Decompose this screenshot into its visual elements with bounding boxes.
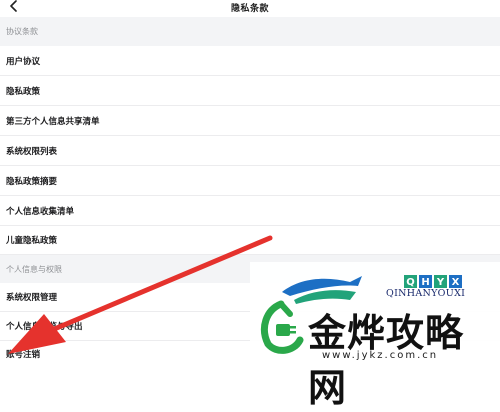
badge-letter-h: H bbox=[421, 277, 429, 288]
leaf-plug-icon bbox=[261, 300, 304, 354]
list-item-children-privacy[interactable]: 儿童隐私政策 bbox=[0, 226, 500, 255]
watermark: Q H Y X QINHANYOUXI 金烨攻略网 www.jykz.com.c… bbox=[250, 262, 500, 410]
section-header-agreements: 协议条款 bbox=[0, 17, 500, 46]
list-item-third-party-sharing[interactable]: 第三方个人信息共享清单 bbox=[0, 106, 500, 136]
brand-name-en: QINHANYOUXI bbox=[386, 288, 466, 299]
site-url: www.jykz.com.cn bbox=[322, 350, 439, 361]
list-item-privacy-summary[interactable]: 隐私政策摘要 bbox=[0, 166, 500, 196]
badge-letter-x: X bbox=[452, 277, 460, 288]
page-title: 隐私条款 bbox=[230, 4, 269, 14]
brand-badge: Q H Y X bbox=[404, 275, 462, 288]
list-item-user-agreement[interactable]: 用户协议 bbox=[0, 46, 500, 76]
badge-letter-q: Q bbox=[406, 277, 415, 288]
list-item-info-collection[interactable]: 个人信息收集清单 bbox=[0, 196, 500, 226]
nav-header: 隐私条款 bbox=[0, 0, 500, 16]
list-item-system-permissions-list[interactable]: 系统权限列表 bbox=[0, 136, 500, 166]
badge-letter-y: Y bbox=[436, 277, 445, 288]
list-item-privacy-policy[interactable]: 隐私政策 bbox=[0, 76, 500, 106]
